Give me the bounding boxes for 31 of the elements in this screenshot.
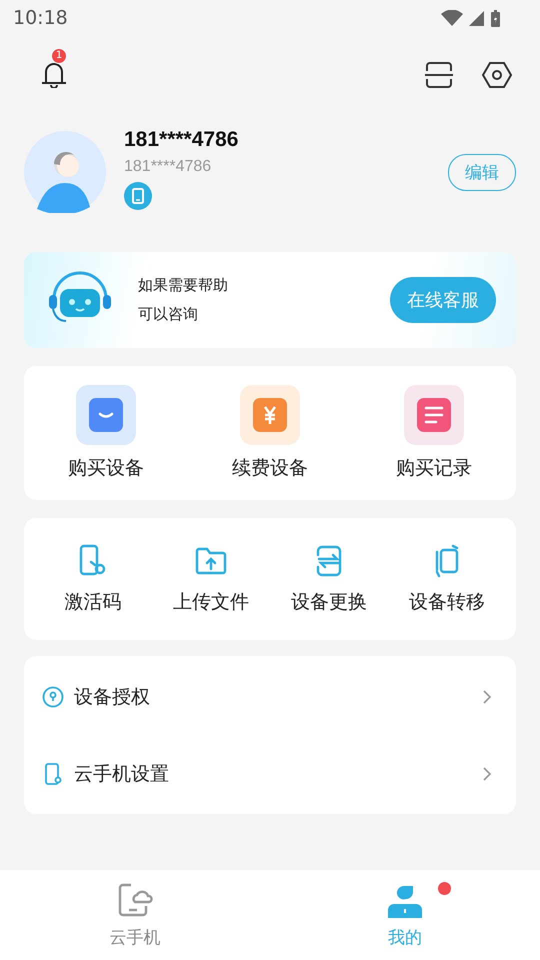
tool-label[interactable]: 设备转移 — [409, 589, 485, 615]
bell-icon[interactable] — [40, 62, 68, 88]
battery-icon — [491, 10, 500, 26]
chevron-icon — [482, 766, 492, 782]
bag-icon[interactable] — [76, 385, 136, 445]
tool-label[interactable]: 设备更换 — [291, 589, 367, 615]
status-time: 10:18 — [13, 7, 68, 29]
nav-tab[interactable]: 云手机 — [0, 870, 270, 960]
phone-number: 181****4786 — [124, 158, 212, 176]
wifi-icon — [441, 10, 463, 26]
chevron-icon — [482, 688, 492, 704]
keyhole-icon — [42, 686, 64, 708]
tablet-icon — [124, 182, 152, 210]
list-icon[interactable] — [404, 385, 464, 445]
yuan-icon[interactable] — [240, 385, 300, 445]
action-label[interactable]: 购买记录 — [396, 455, 472, 481]
action-label[interactable]: 购买设备 — [68, 455, 144, 481]
menu-item[interactable]: 设备授权 — [24, 658, 516, 735]
scan-icon[interactable] — [424, 61, 454, 89]
user-name: 181****4786 — [124, 128, 240, 152]
tool-label[interactable]: 激活码 — [64, 589, 122, 615]
help-text: 如果需要帮助 — [138, 276, 229, 295]
signal-icon — [469, 10, 485, 26]
notification-badge: 1 — [51, 48, 67, 64]
settings-icon[interactable] — [482, 61, 512, 89]
tool-label[interactable]: 上传文件 — [173, 589, 249, 615]
help-text: 可以咨询 — [138, 305, 199, 324]
menu-item[interactable]: 云手机设置 — [24, 735, 516, 812]
action-label[interactable]: 续费设备 — [232, 455, 308, 481]
cloud-tablet-icon — [117, 882, 153, 918]
phone-icon — [42, 762, 64, 784]
